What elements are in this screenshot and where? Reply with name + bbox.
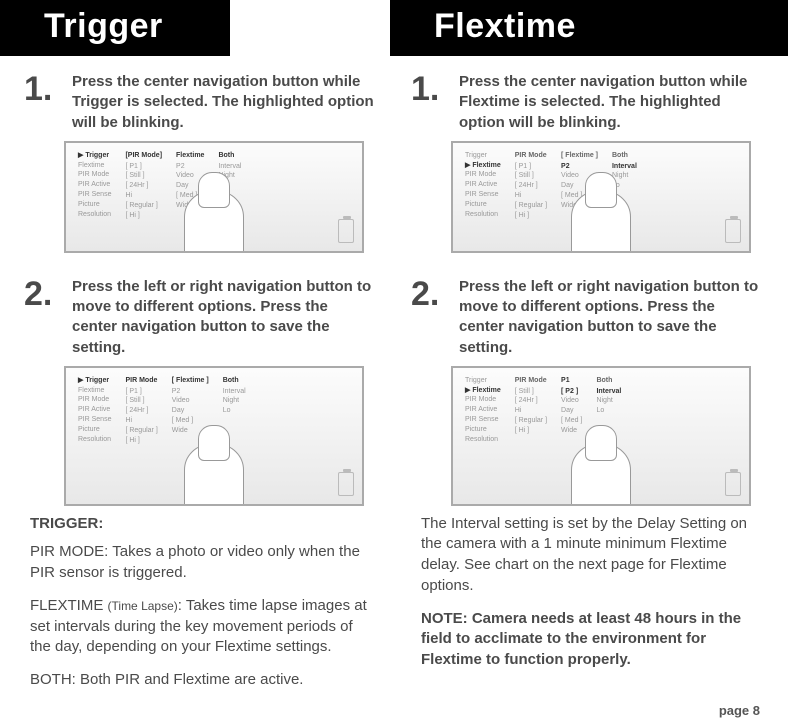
step-text: Press the center navigation button while… — [459, 70, 764, 133]
battery-icon — [338, 219, 354, 243]
step-text: Press the left or right navigation butto… — [459, 275, 764, 358]
battery-icon — [725, 472, 741, 496]
thumb-icon — [184, 191, 244, 253]
step-number: 1. — [411, 70, 459, 133]
right-step-2: 2. Press the left or right navigation bu… — [411, 275, 764, 358]
left-screenshot-1: ▶ TriggerFlextimePIR ModePIR ActivePIR S… — [64, 141, 364, 253]
battery-icon — [338, 472, 354, 496]
right-column: 1. Press the center navigation button wh… — [411, 70, 764, 703]
left-step-2: 2. Press the left or right navigation bu… — [24, 275, 377, 358]
desc-heading: TRIGGER: — [30, 514, 377, 535]
flextime-notes: The Interval setting is set by the Delay… — [411, 514, 764, 671]
step-number: 2. — [24, 275, 72, 358]
header-flextime: Flextime — [390, 0, 788, 56]
left-step-1: 1. Press the center navigation button wh… — [24, 70, 377, 133]
pir-mode-desc: PIR MODE: Takes a photo or video only wh… — [30, 542, 377, 583]
thumb-icon — [571, 444, 631, 506]
right-step-1: 1. Press the center navigation button wh… — [411, 70, 764, 133]
step-text: Press the center navigation button while… — [72, 70, 377, 133]
both-desc: BOTH: Both PIR and Flextime are active. — [30, 670, 377, 691]
content-columns: 1. Press the center navigation button wh… — [0, 56, 788, 703]
header-trigger: Trigger — [0, 0, 230, 56]
step-text: Press the left or right navigation butto… — [72, 275, 377, 358]
header-row: Trigger Flextime — [0, 0, 788, 56]
left-column: 1. Press the center navigation button wh… — [24, 70, 377, 703]
thumb-icon — [184, 444, 244, 506]
right-screenshot-1: Trigger▶ FlextimePIR ModePIR ActivePIR S… — [451, 141, 751, 253]
step-number: 2. — [411, 275, 459, 358]
battery-icon — [725, 219, 741, 243]
left-screenshot-2: ▶ TriggerFlextimePIR ModePIR ActivePIR S… — [64, 366, 364, 506]
interval-note: The Interval setting is set by the Delay… — [421, 514, 762, 597]
thumb-icon — [571, 191, 631, 253]
page-number: page 8 — [719, 703, 760, 718]
right-screenshot-2: Trigger▶ FlextimePIR ModePIR ActivePIR S… — [451, 366, 751, 506]
acclimate-note: NOTE: Camera needs at least 48 hours in … — [421, 609, 762, 671]
trigger-description: TRIGGER: PIR MODE: Takes a photo or vide… — [24, 514, 377, 691]
flextime-desc: FLEXTIME (Time Lapse): Takes time lapse … — [30, 596, 377, 658]
step-number: 1. — [24, 70, 72, 133]
